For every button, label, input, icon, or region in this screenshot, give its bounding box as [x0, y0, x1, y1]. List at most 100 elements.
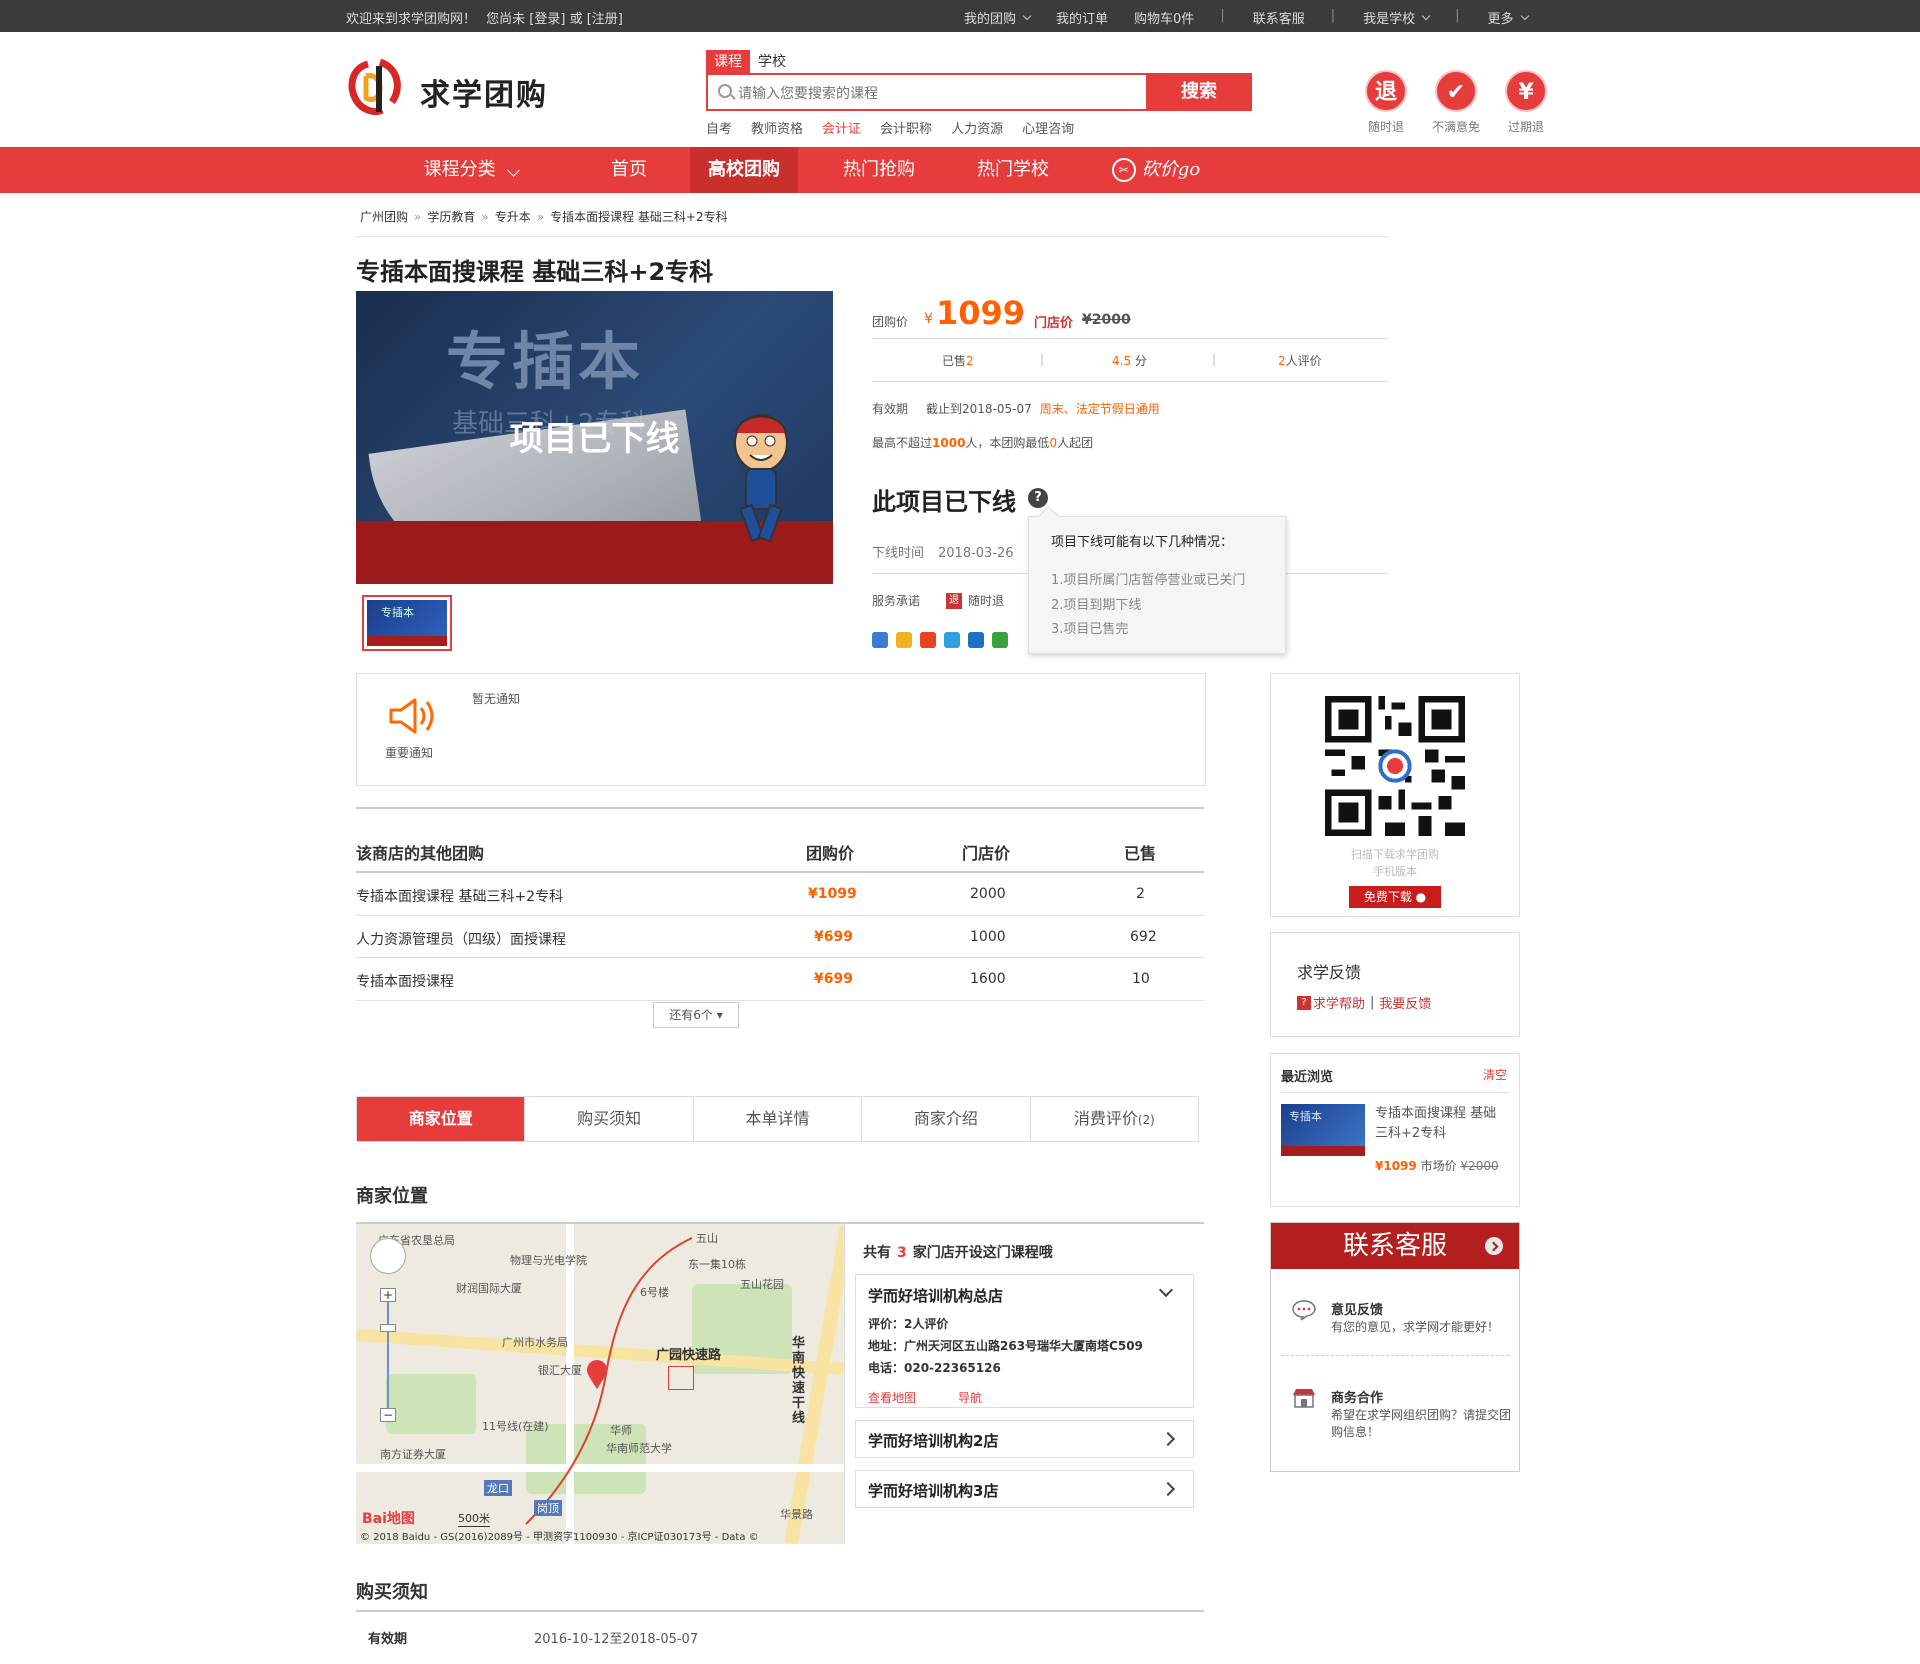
deal-sold: 692: [1130, 929, 1157, 945]
hot-keyword[interactable]: 人力资源: [951, 118, 1003, 137]
nav-bargain-go[interactable]: ✂ 砍价go: [1106, 147, 1206, 193]
nav-hot-deals[interactable]: 热门抢购: [824, 147, 934, 193]
review-count[interactable]: 2人评价: [1278, 352, 1322, 369]
nav-hot-schools[interactable]: 热门学校: [958, 147, 1068, 193]
map-pan-control[interactable]: [370, 1238, 406, 1274]
welcome-area: 欢迎来到求学团购网！ 您尚未 [登录] 或 [注册]: [346, 8, 629, 27]
nav-course-category[interactable]: 课程分类: [406, 147, 536, 193]
map-zoom-slider[interactable]: + −: [380, 1288, 396, 1422]
share-tencent-weibo-icon[interactable]: [944, 632, 960, 648]
location-pin-icon[interactable]: [586, 1360, 608, 1390]
shop-rating: 评价：2人评价: [868, 1317, 949, 1331]
logo-icon[interactable]: [346, 58, 404, 118]
show-more-label: 还有6个: [669, 1008, 713, 1022]
column-header: 门店价: [962, 844, 1011, 863]
deal-name[interactable]: 专插本面授课程: [356, 971, 454, 991]
breadcrumb-item[interactable]: 专升本: [495, 210, 531, 224]
hot-keyword[interactable]: 会计职称: [880, 118, 932, 137]
recent-item-name[interactable]: 专插本面搜课程 基础三科+2专科: [1375, 1104, 1505, 1144]
hot-keyword[interactable]: 教师资格: [751, 118, 803, 137]
baidu-map[interactable]: 广东省农垦总局 物理与光电学院 五山 东一集10栋 6号楼 五山花园 财润国际大…: [356, 1222, 844, 1544]
customer-service-link[interactable]: 联系客服: [1253, 8, 1305, 27]
cart-link[interactable]: 购物车0件: [1134, 8, 1194, 27]
search-tab-course[interactable]: 课程: [706, 50, 750, 74]
help-question-icon[interactable]: ?: [1028, 488, 1048, 508]
map-copyright: © 2018 Baidu - GS(2016)2089号 - 甲测资字11009…: [360, 1532, 759, 1543]
recent-market-price: ¥2000: [1460, 1159, 1499, 1173]
customer-service-header[interactable]: 联系客服: [1271, 1223, 1519, 1269]
map-scale: 500米: [458, 1512, 490, 1527]
chevron-down-icon: [1421, 11, 1431, 20]
breadcrumb-item[interactable]: 学历教育: [427, 210, 475, 224]
validity: 有效期 截止到2018-05-07 周末、法定节假日通用: [872, 400, 1160, 417]
deal-name[interactable]: 人力资源管理员（四级）面授课程: [356, 929, 566, 949]
hot-keyword[interactable]: 心理咨询: [1022, 118, 1074, 137]
my-orders-link[interactable]: 我的订单: [1056, 8, 1108, 27]
review-count-value: 2: [1278, 354, 1286, 368]
breadcrumb: 广州团购 » 学历教育 » 专升本 » 专插本面授课程 基础三科+2专科: [360, 208, 728, 225]
chevron-down-icon[interactable]: [1158, 1282, 1174, 1298]
yen-icon: ¥: [1505, 70, 1547, 112]
show-more-button[interactable]: 还有6个 ▾: [653, 1002, 739, 1028]
share-wechat-icon[interactable]: [992, 632, 1008, 648]
deal-name[interactable]: 专插本面搜课程 基础三科+2专科: [356, 886, 563, 906]
clear-recent-button[interactable]: 清空: [1483, 1066, 1507, 1083]
more-menu[interactable]: 更多: [1488, 8, 1529, 27]
map-label: 财润国际大厦: [456, 1282, 522, 1295]
shop-card-main[interactable]: 学而好培训机构总店 评价：2人评价 地址：广州天河区五山路263号瑞华大厦南塔C…: [855, 1274, 1194, 1408]
hot-keyword[interactable]: 自考: [706, 118, 732, 137]
share-qzone-icon[interactable]: [896, 632, 912, 648]
share-weibo-icon[interactable]: [920, 632, 936, 648]
free-download-button[interactable]: 免费下载 ●: [1349, 886, 1441, 908]
shop-card[interactable]: 学而好培训机构3店: [855, 1470, 1194, 1508]
image-title-text: 专插本: [446, 325, 645, 398]
logo-text[interactable]: 求学团购: [420, 70, 548, 114]
zoom-out-button[interactable]: −: [380, 1408, 396, 1422]
customer-service-label: 联系客服: [1252, 12, 1305, 27]
store-price-label: 门店价: [1034, 316, 1074, 331]
search-tab-school[interactable]: 学校: [750, 50, 794, 74]
zoom-in-button[interactable]: +: [380, 1288, 396, 1302]
search-button[interactable]: 搜索: [1146, 73, 1252, 111]
help-link[interactable]: 求学帮助: [1313, 993, 1365, 1012]
share-more-icon[interactable]: [872, 632, 888, 648]
search-box: [706, 73, 1146, 111]
deal-sold: 10: [1132, 971, 1150, 987]
chevron-down-icon: [1520, 11, 1529, 20]
chevron-right-icon: [1160, 1431, 1176, 1447]
hot-keyword[interactable]: 会计证: [822, 118, 861, 137]
shop-card[interactable]: 学而好培训机构2店: [855, 1420, 1194, 1458]
view-map-link[interactable]: 查看地图: [868, 1389, 916, 1406]
qr-caption: 扫描下载求学团购: [1351, 848, 1439, 861]
shop-name: 学而好培训机构2店: [868, 1432, 999, 1450]
tab-merchant-intro[interactable]: 商家介绍: [862, 1097, 1031, 1141]
school-menu[interactable]: 我是学校: [1363, 8, 1431, 27]
recent-market-label: 市场价: [1420, 1159, 1457, 1173]
login-register-link[interactable]: 您尚未 [登录] 或 [注册]: [486, 12, 623, 27]
feedback-link[interactable]: 我要反馈: [1379, 993, 1431, 1012]
tab-purchase-notes[interactable]: 购买须知: [525, 1097, 694, 1141]
shop-count-suffix: 家门店开设这门课程哦: [912, 1245, 1053, 1261]
section-title-purchase-notes: 购买须知: [356, 1582, 428, 1603]
tab-deal-details[interactable]: 本单详情: [694, 1097, 863, 1141]
zoom-handle[interactable]: [380, 1324, 396, 1332]
recent-item-image[interactable]: 专插本: [1281, 1104, 1365, 1156]
note-key: 有效期: [368, 1632, 408, 1647]
chat-bubble-icon: [1292, 1300, 1316, 1321]
nav-home[interactable]: 首页: [594, 147, 664, 193]
breadcrumb-item[interactable]: 广州团购: [360, 210, 408, 224]
search-input[interactable]: [738, 81, 1118, 105]
tab-reviews[interactable]: 消费评价(2): [1031, 1097, 1198, 1141]
share-renren-icon[interactable]: [968, 632, 984, 648]
tab-merchant-location[interactable]: 商家位置: [357, 1097, 526, 1141]
my-groupbuy-menu[interactable]: 我的团购: [964, 8, 1032, 27]
navigate-link[interactable]: 导航: [958, 1389, 982, 1406]
deal-price: ¥699: [814, 971, 853, 987]
shop-address: 地址：广州天河区五山路263号瑞华大厦南塔C509: [868, 1339, 1143, 1353]
download-label: 免费下载: [1363, 890, 1412, 904]
product-thumbnail[interactable]: 专插本: [362, 595, 452, 651]
arrow-right-icon: [1485, 1237, 1503, 1255]
thumbnail-image: 专插本: [367, 600, 447, 646]
divider: [1281, 1092, 1509, 1093]
nav-campus-groupbuy[interactable]: 高校团购: [690, 147, 798, 193]
